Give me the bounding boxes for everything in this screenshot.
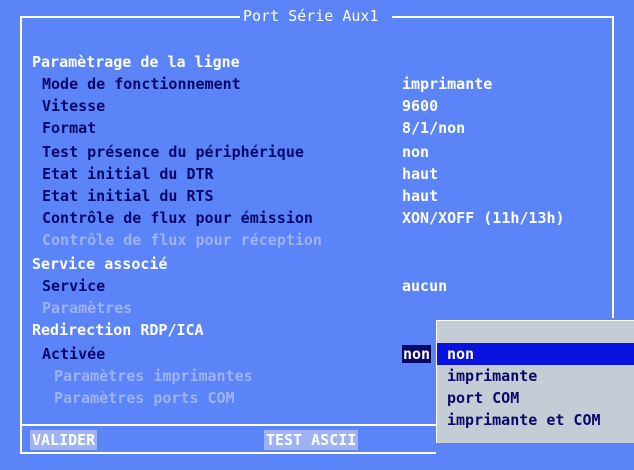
row-value-service[interactable]: aucun	[402, 276, 447, 296]
section-service: Service associé	[32, 255, 168, 273]
frame-right	[612, 16, 614, 318]
frame-top-right	[392, 16, 614, 18]
row-value-device-test[interactable]: non	[402, 142, 429, 162]
section-redirect: Redirection RDP/ICA	[32, 321, 204, 339]
row-value-flow-tx[interactable]: XON/XOFF (11h/13h)	[402, 208, 565, 228]
dropdown-option-printer[interactable]: imprimante	[437, 365, 634, 387]
row-label-flow-tx[interactable]: Contrôle de flux pour émission	[42, 208, 313, 228]
row-label-service[interactable]: Service	[42, 276, 105, 296]
row-value-redirect-active[interactable]: non	[402, 344, 432, 364]
dropdown-option-non[interactable]: non	[437, 343, 634, 365]
row-label-flow-rx: Contrôle de flux pour réception	[42, 231, 322, 249]
test-ascii-button[interactable]: TEST ASCII	[264, 430, 359, 450]
row-label-rts[interactable]: Etat initial du RTS	[42, 186, 214, 206]
validate-button[interactable]: VALIDER	[30, 430, 98, 450]
row-label-mode[interactable]: Mode de fonctionnement	[42, 74, 241, 94]
frame-bottom	[20, 452, 436, 454]
frame-left	[20, 16, 22, 454]
row-label-printer-params: Paramètres imprimantes	[54, 367, 253, 385]
frame-top-left	[20, 16, 240, 18]
row-label-service-params: Paramètres	[42, 299, 133, 317]
redirect-dropdown-list[interactable]: non imprimante port COM imprimante et CO…	[436, 320, 634, 443]
row-label-redirect-active[interactable]: Activée	[42, 344, 105, 364]
frame-separator	[20, 424, 436, 426]
section-line-settings: Paramètrage de la ligne	[32, 53, 240, 71]
row-value-format[interactable]: 8/1/non	[402, 118, 465, 138]
row-label-format[interactable]: Format	[42, 118, 96, 138]
row-label-device-test[interactable]: Test présence du périphérique	[42, 142, 304, 162]
row-label-dtr[interactable]: Etat initial du DTR	[42, 164, 214, 184]
row-value-rts[interactable]: haut	[402, 186, 438, 206]
row-value-dtr[interactable]: haut	[402, 164, 438, 184]
window-title: Port Série Aux1	[242, 6, 380, 26]
row-label-speed[interactable]: Vitesse	[42, 96, 105, 116]
row-label-com-params: Paramètres ports COM	[54, 389, 235, 407]
row-value-mode[interactable]: imprimante	[402, 74, 492, 94]
redirect-active-field[interactable]: non	[402, 345, 432, 363]
row-value-speed[interactable]: 9600	[402, 96, 438, 116]
dropdown-option-com-port[interactable]: port COM	[437, 387, 634, 409]
dropdown-option-printer-and-com[interactable]: imprimante et COM	[437, 409, 634, 431]
